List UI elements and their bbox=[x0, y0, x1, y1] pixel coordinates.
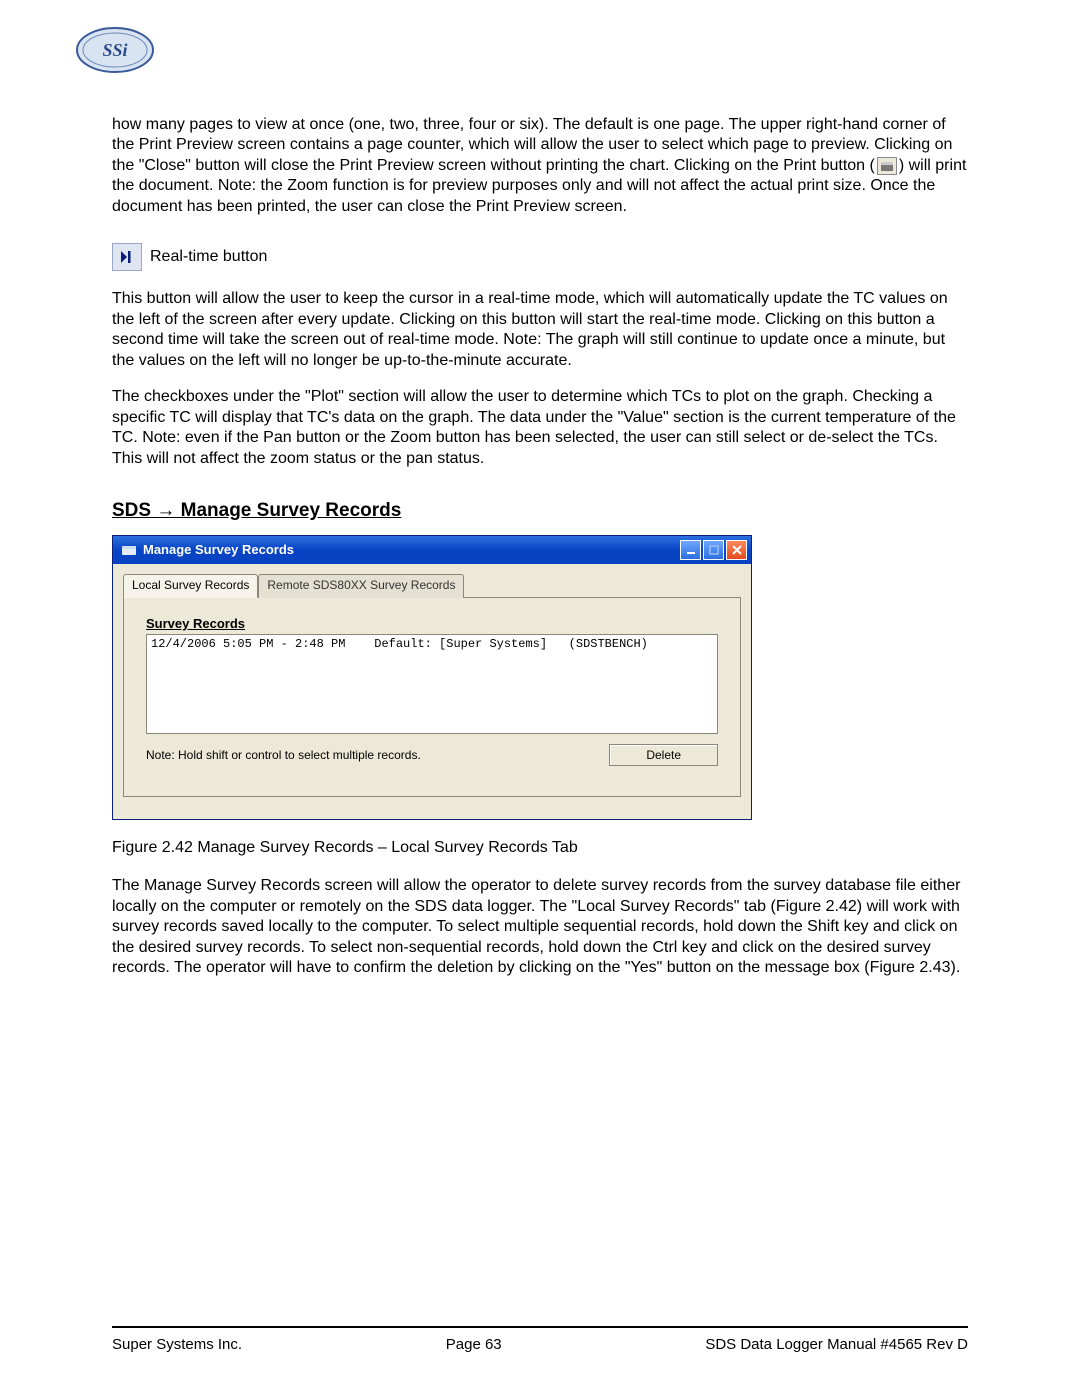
window-minimize-button[interactable] bbox=[680, 540, 701, 560]
tab-local-survey-records[interactable]: Local Survey Records bbox=[123, 574, 258, 597]
multi-select-note: Note: Hold shift or control to select mu… bbox=[146, 748, 421, 763]
ssi-logo: SSi bbox=[75, 25, 155, 75]
window-title: Manage Survey Records bbox=[143, 542, 294, 559]
delete-button[interactable]: Delete bbox=[609, 744, 718, 766]
realtime-button-icon bbox=[112, 243, 142, 271]
paragraph-realtime: This button will allow the user to keep … bbox=[112, 289, 968, 371]
tab-panel-local: Survey Records 12/4/2006 5:05 PM - 2:48 … bbox=[123, 597, 741, 797]
footer-company: Super Systems Inc. bbox=[112, 1336, 242, 1353]
survey-records-label: Survey Records bbox=[146, 616, 718, 633]
window-close-button[interactable] bbox=[726, 540, 747, 560]
svg-text:SSi: SSi bbox=[102, 40, 127, 60]
window-maximize-button[interactable] bbox=[703, 540, 724, 560]
realtime-button-label: Real-time button bbox=[150, 247, 267, 267]
footer-page-number: Page 63 bbox=[446, 1336, 502, 1353]
list-item[interactable]: 12/4/2006 5:05 PM - 2:48 PM Default: [Su… bbox=[151, 637, 648, 651]
text: how many pages to view at once (one, two… bbox=[112, 116, 952, 174]
footer-document-title: SDS Data Logger Manual #4565 Rev D bbox=[705, 1336, 968, 1353]
paragraph-print-preview: how many pages to view at once (one, two… bbox=[112, 115, 968, 217]
survey-records-listbox[interactable]: 12/4/2006 5:05 PM - 2:48 PM Default: [Su… bbox=[146, 634, 718, 734]
printer-icon bbox=[877, 157, 897, 175]
window-titlebar: Manage Survey Records bbox=[113, 536, 751, 564]
window-app-icon bbox=[121, 543, 137, 557]
manage-survey-records-window: Manage Survey Records Local Survey Recor… bbox=[112, 535, 752, 819]
page-footer: Super Systems Inc. Page 63 SDS Data Logg… bbox=[112, 1326, 968, 1353]
section-heading-manage-survey: SDS → Manage Survey Records bbox=[112, 499, 968, 523]
footer-rule bbox=[112, 1326, 968, 1328]
paragraph-manage-survey-records: The Manage Survey Records screen will al… bbox=[112, 876, 968, 978]
tab-remote-survey-records[interactable]: Remote SDS80XX Survey Records bbox=[258, 574, 464, 597]
paragraph-plot-checkboxes: The checkboxes under the "Plot" section … bbox=[112, 387, 968, 469]
figure-caption: Figure 2.42 Manage Survey Records – Loca… bbox=[112, 838, 968, 858]
